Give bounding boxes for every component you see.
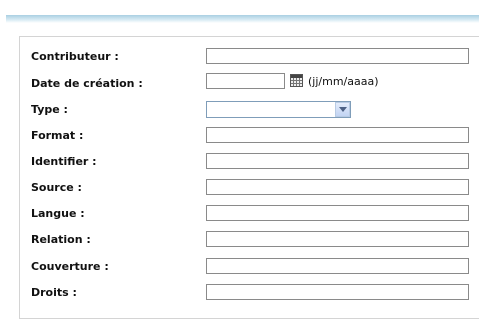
contributeur-input[interactable] [206,48,469,64]
label-identifier: Identifier : [31,155,97,168]
type-select[interactable] [206,101,351,118]
header-band [6,15,479,23]
identifier-input[interactable] [206,153,469,169]
chevron-down-icon[interactable] [335,102,350,117]
label-format: Format : [31,129,84,142]
label-langue: Langue : [31,207,85,220]
relation-input[interactable] [206,231,469,247]
langue-input[interactable] [206,205,469,221]
label-couverture: Couverture : [31,260,109,273]
date-creation-input[interactable] [206,73,285,89]
metadata-form: Contributeur : Date de création : (jj/mm… [19,36,479,319]
label-date-creation: Date de création : [31,77,143,90]
date-format-hint: (jj/mm/aaaa) [308,75,379,88]
label-contributeur: Contributeur : [31,50,119,63]
label-type: Type : [31,103,68,116]
source-input[interactable] [206,179,469,195]
label-droits: Droits : [31,286,77,299]
droits-input[interactable] [206,284,469,300]
calendar-icon[interactable] [290,74,303,87]
couverture-input[interactable] [206,258,469,274]
format-input[interactable] [206,127,469,143]
label-relation: Relation : [31,233,91,246]
label-source: Source : [31,181,82,194]
